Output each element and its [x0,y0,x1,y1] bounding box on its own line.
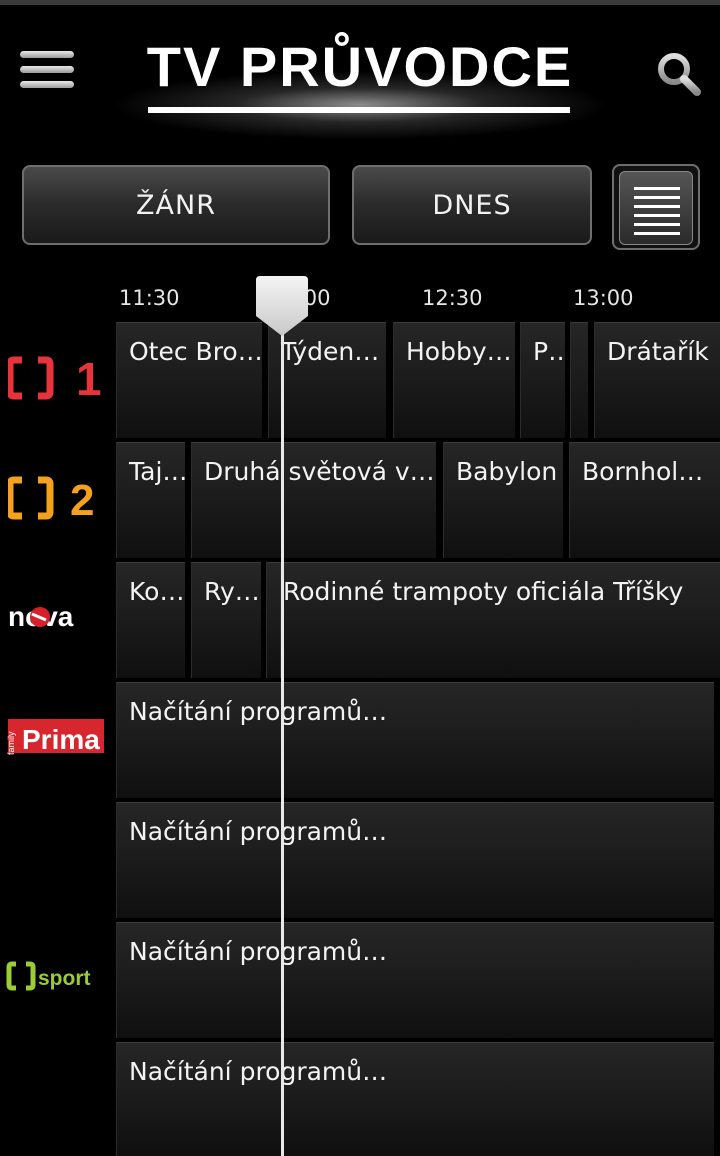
page-title: TV PRŮVODCE [146,35,574,98]
program-title: Drátařík [607,337,709,366]
loading-text: Načítání programů… [129,937,388,966]
program-tile[interactable]: Ry… [191,562,261,678]
program-tile[interactable]: Druhá světová v… [191,442,436,558]
program-title: Rodinné trampoty oficiála Tříšky [283,577,684,606]
program-tile[interactable]: Rodinné trampoty oficiála Tříšky [280,562,720,678]
program-tile[interactable]: Taj… [116,442,185,558]
program-title: Hobby… [406,337,512,366]
channel-logo-nova[interactable]: nova [0,556,112,676]
title-underline [148,107,570,113]
header: TV PRŮVODCE [0,5,720,140]
sport-logo-text: sport [38,967,91,990]
search-icon[interactable] [656,51,702,97]
program-tile[interactable]: Ko… [116,562,185,678]
loading-text: Načítání programů… [129,817,388,846]
list-view-icon [619,171,693,245]
program-tile[interactable]: Hobby… [393,322,515,438]
program-title: Ko… [129,577,185,606]
program-tile-loading[interactable]: Načítání programů… [116,682,714,798]
channel-logo-ct1[interactable]: 1 [0,318,112,438]
program-tile[interactable]: Babylon [443,442,563,558]
date-button[interactable]: DNES [352,165,592,245]
time-label: 12:30 [422,286,483,310]
program-title: Druhá světová v… [204,457,435,486]
program-tile[interactable] [570,322,588,438]
program-tile[interactable]: Drátařík [594,322,720,438]
program-title: Bornhol… [582,457,704,486]
date-button-label: DNES [432,189,512,221]
prima-logo-small: family [6,731,16,755]
program-title: Ry… [204,577,260,606]
program-title: Taj… [129,457,185,486]
current-time-line [281,318,284,1156]
program-tile-loading[interactable]: Načítání programů… [116,1042,714,1156]
ct1-logo-number: 1 [76,356,102,400]
loading-text: Načítání programů… [129,697,388,726]
program-tile-loading[interactable]: Načítání programů… [116,802,714,918]
list-view-button[interactable] [612,164,700,250]
program-tile[interactable]: Bornhol… [569,442,720,558]
program-tile[interactable]: P… [520,322,565,438]
channel-logo-ct2[interactable]: 2 [0,438,112,558]
ct2-logo-number: 2 [70,476,94,520]
program-tile[interactable]: Týden… [268,322,386,438]
program-tile[interactable]: Otec Bro… [116,322,262,438]
current-time-marker-icon[interactable] [256,276,308,338]
program-title: P… [533,337,565,366]
prima-logo-text: Prima [22,724,100,755]
program-title: Babylon [456,457,558,486]
channel-logo-prima-family[interactable]: family Prima [0,676,112,796]
program-title: Týden… [281,337,380,366]
time-label: 13:00 [573,286,634,310]
time-label: 11:30 [119,286,180,310]
program-title: Otec Bro… [129,337,262,366]
program-tile-loading[interactable]: Načítání programů… [116,922,714,1038]
channel-logo-ct-sport[interactable]: sport [0,916,112,1036]
program-tile[interactable] [266,562,280,678]
genre-button[interactable]: ŽÁNR [22,165,330,245]
genre-button-label: ŽÁNR [136,189,216,221]
hamburger-menu-icon[interactable] [20,49,74,89]
loading-text: Načítání programů… [129,1057,388,1086]
